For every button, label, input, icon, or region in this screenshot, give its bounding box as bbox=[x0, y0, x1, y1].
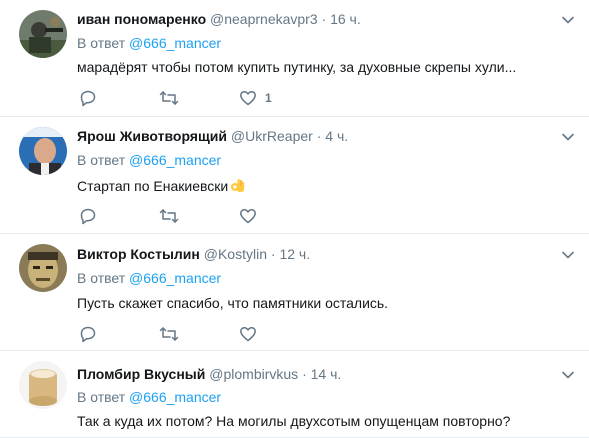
tweet[interactable]: Пломбир Вкусный @plombirvkus · 14 ч. В о… bbox=[0, 351, 589, 438]
reply-prefix: В ответ bbox=[77, 389, 126, 405]
reply-context: В ответ @666_mancer bbox=[77, 34, 221, 52]
user-handle[interactable]: @Kostylin bbox=[204, 246, 267, 262]
tweet-text-line: Стартап по Енакиевски bbox=[77, 177, 245, 195]
timestamp[interactable]: 16 ч. bbox=[330, 11, 361, 27]
timestamp[interactable]: 12 ч. bbox=[279, 246, 310, 262]
reply-button[interactable] bbox=[79, 206, 97, 226]
reply-prefix: В ответ bbox=[77, 152, 126, 168]
avatar[interactable] bbox=[19, 10, 67, 58]
ice-cream-avatar-icon bbox=[19, 361, 67, 409]
separator: · bbox=[270, 246, 276, 262]
reply-context: В ответ @666_mancer bbox=[77, 269, 221, 287]
reply-prefix: В ответ bbox=[77, 270, 126, 286]
user-handle[interactable]: @neaprnekavpr3 bbox=[210, 11, 318, 27]
tweet-text: Так а куда их потом? На могилы двухсотым… bbox=[77, 413, 511, 429]
reply-to-link[interactable]: @666_mancer bbox=[129, 152, 221, 168]
man-portrait-avatar-icon bbox=[19, 127, 67, 175]
tweet-header: иван пономаренко @neaprnekavpr3 · 16 ч. bbox=[77, 10, 361, 28]
separator: · bbox=[302, 366, 307, 382]
timestamp[interactable]: 14 ч. bbox=[311, 366, 342, 382]
drawn-face-avatar-icon bbox=[19, 244, 67, 292]
reply-context: В ответ @666_mancer bbox=[77, 388, 221, 406]
reply-prefix: В ответ bbox=[77, 35, 126, 51]
reply-to-link[interactable]: @666_mancer bbox=[129, 389, 221, 405]
reply-icon bbox=[80, 208, 96, 225]
like-icon bbox=[240, 90, 256, 106]
display-name[interactable]: иван пономаренко bbox=[77, 11, 206, 27]
retweet-button[interactable] bbox=[159, 206, 179, 226]
reply-icon bbox=[80, 326, 96, 343]
reply-icon bbox=[80, 90, 96, 107]
ok-hand-emoji-icon bbox=[231, 179, 245, 192]
reply-button[interactable] bbox=[79, 88, 97, 108]
like-count: 1 bbox=[265, 91, 272, 105]
tweet-header: Ярош Животворящий @UkrReaper · 4 ч. bbox=[77, 127, 348, 145]
reply-to-link[interactable]: @666_mancer bbox=[129, 270, 221, 286]
tweet-text: Стартап по Енакиевски bbox=[77, 178, 229, 194]
avatar[interactable] bbox=[19, 361, 67, 409]
separator: · bbox=[316, 128, 322, 144]
like-button[interactable] bbox=[239, 206, 265, 226]
retweet-icon bbox=[159, 209, 179, 223]
like-button[interactable] bbox=[239, 324, 265, 344]
retweet-button[interactable] bbox=[159, 88, 179, 108]
reply-to-link[interactable]: @666_mancer bbox=[129, 35, 221, 51]
reply-button[interactable] bbox=[79, 324, 97, 344]
separator: · bbox=[321, 11, 327, 27]
like-icon bbox=[240, 208, 256, 224]
tweet-header: Пломбир Вкусный @plombirvkus · 14 ч. bbox=[77, 365, 341, 383]
retweet-button[interactable] bbox=[159, 324, 179, 344]
chevron-down-icon[interactable] bbox=[561, 130, 575, 144]
tweet-text: Пусть скажет спасибо, что памятники оста… bbox=[77, 295, 389, 311]
retweet-icon bbox=[159, 327, 179, 341]
user-handle[interactable]: @UkrReaper bbox=[231, 128, 313, 144]
retweet-icon bbox=[159, 91, 179, 105]
tweet-header: Виктор Костылин @Kostylin · 12 ч. bbox=[77, 245, 310, 263]
display-name[interactable]: Ярош Животворящий bbox=[77, 128, 227, 144]
timestamp[interactable]: 4 ч. bbox=[325, 128, 348, 144]
like-button[interactable]: 1 bbox=[239, 88, 272, 108]
tweet[interactable]: Виктор Костылин @Kostylin · 12 ч. В отве… bbox=[0, 234, 589, 351]
tweet-text: марадёрят чтобы потом купить путинку, за… bbox=[77, 59, 517, 75]
display-name[interactable]: Виктор Костылин bbox=[77, 246, 200, 262]
chevron-down-icon[interactable] bbox=[561, 13, 575, 27]
user-handle[interactable]: @plombirvkus bbox=[209, 366, 298, 382]
soldier-avatar-icon bbox=[19, 10, 67, 58]
tweet[interactable]: Ярош Животворящий @UkrReaper · 4 ч. В от… bbox=[0, 117, 589, 234]
chevron-down-icon[interactable] bbox=[561, 368, 575, 382]
reply-context: В ответ @666_mancer bbox=[77, 151, 221, 169]
display-name[interactable]: Пломбир Вкусный bbox=[77, 366, 205, 382]
avatar[interactable] bbox=[19, 127, 67, 175]
tweet[interactable]: иван пономаренко @neaprnekavpr3 · 16 ч. … bbox=[0, 0, 589, 117]
like-icon bbox=[240, 326, 256, 342]
chevron-down-icon[interactable] bbox=[561, 248, 575, 262]
avatar[interactable] bbox=[19, 244, 67, 292]
